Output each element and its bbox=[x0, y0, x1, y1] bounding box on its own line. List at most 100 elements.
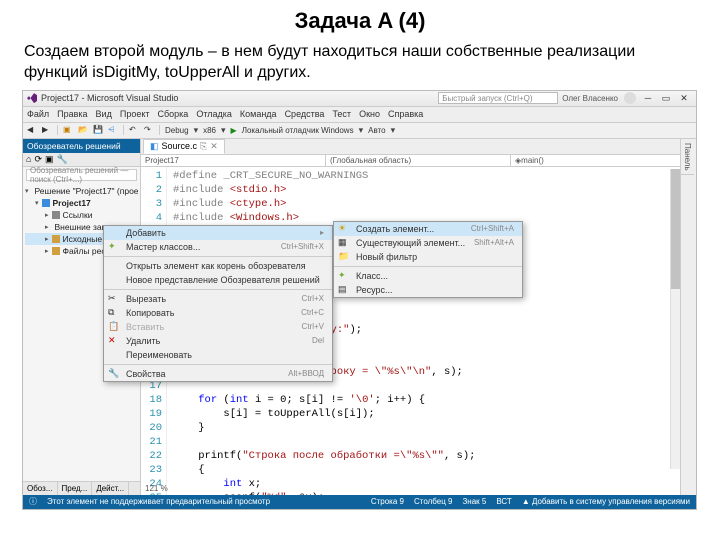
menu-paste[interactable]: 📋 ВставитьCtrl+V bbox=[104, 320, 332, 334]
redo-icon[interactable]: ↷ bbox=[144, 125, 154, 135]
solution-search-input[interactable]: Обозреватель решений — поиск (Ctrl+...) bbox=[26, 169, 137, 181]
status-info-icon: ⓘ bbox=[29, 496, 37, 507]
signed-in-user[interactable]: Олег Власенко bbox=[562, 94, 618, 103]
refresh-icon[interactable]: ⟳ bbox=[34, 154, 42, 165]
class-icon: ✦ bbox=[338, 270, 346, 281]
maximize-button[interactable]: ▭ bbox=[658, 92, 674, 104]
zoom-level[interactable]: 121 % bbox=[145, 484, 168, 493]
visual-studio-window: Project17 - Microsoft Visual Studio Быст… bbox=[22, 90, 697, 510]
solution-node[interactable]: Решение "Project17" (проектов: 1) bbox=[35, 186, 138, 196]
resource-icon: ▤ bbox=[338, 284, 347, 295]
vtab-toolbox[interactable]: Панель bbox=[681, 139, 694, 176]
minimize-button[interactable]: ─ bbox=[640, 92, 656, 104]
menu-help[interactable]: Справка bbox=[388, 109, 423, 119]
menu-copy[interactable]: ⧉ КопироватьCtrl+C bbox=[104, 306, 332, 320]
paste-icon: 📋 bbox=[108, 321, 119, 332]
folder-icon: 📁 bbox=[338, 251, 349, 262]
copy-icon: ⧉ bbox=[108, 307, 114, 318]
menu-class-wizard[interactable]: ✦ Мастер классов...Ctrl+Shift+X bbox=[104, 240, 332, 254]
undo-icon[interactable]: ↶ bbox=[129, 125, 139, 135]
tab-source-c[interactable]: ◧ Source.c ⎘ ✕ bbox=[143, 139, 225, 154]
submenu-resource[interactable]: ▤ Ресурс... bbox=[334, 283, 522, 297]
open-icon[interactable]: 📂 bbox=[78, 125, 88, 135]
tab-close-icon[interactable]: ✕ bbox=[210, 141, 218, 152]
tab-classes[interactable]: Пред... bbox=[58, 482, 93, 495]
menu-cut[interactable]: ✂ ВырезатьCtrl+X bbox=[104, 292, 332, 306]
document-tabs[interactable]: ◧ Source.c ⎘ ✕ bbox=[141, 139, 696, 155]
ide-titlebar[interactable]: Project17 - Microsoft Visual Studio Быст… bbox=[23, 91, 696, 107]
nav-back-icon[interactable]: ◀ bbox=[27, 125, 37, 135]
tab-source-c-label: Source.c bbox=[162, 141, 198, 151]
submenu-new-item[interactable]: ☀ Создать элемент...Ctrl+Shift+A bbox=[334, 222, 522, 236]
scrollbar-thumb[interactable] bbox=[671, 169, 680, 289]
auto-label[interactable]: Авто bbox=[368, 126, 385, 135]
add-submenu[interactable]: ☀ Создать элемент...Ctrl+Shift+A ▦ Сущес… bbox=[333, 221, 523, 298]
status-line: Строка 9 bbox=[371, 497, 404, 506]
status-message: Этот элемент не поддерживает предварител… bbox=[47, 497, 270, 506]
submenu-new-filter[interactable]: 📁 Новый фильтр bbox=[334, 250, 522, 264]
submenu-existing-item[interactable]: ▦ Существующий элемент...Shift+Alt+A bbox=[334, 236, 522, 250]
status-ins: ВСТ bbox=[496, 497, 511, 506]
menu-add[interactable]: Добавить▸ bbox=[104, 226, 332, 240]
sources-node[interactable]: Исходные bbox=[63, 234, 103, 244]
menu-window[interactable]: Окно bbox=[359, 109, 380, 119]
menu-file[interactable]: Файл bbox=[27, 109, 49, 119]
right-side-panels[interactable]: Панель bbox=[680, 139, 696, 495]
refs-node[interactable]: Ссылки bbox=[63, 210, 93, 220]
pin-icon[interactable]: ⎘ bbox=[200, 141, 207, 152]
menu-tools[interactable]: Средства bbox=[285, 109, 325, 119]
cfile-icon: ◧ bbox=[150, 141, 159, 152]
crumb-project[interactable]: Project17 bbox=[141, 155, 326, 166]
home-icon[interactable]: ⌂ bbox=[26, 154, 31, 164]
close-button[interactable]: ✕ bbox=[676, 92, 692, 104]
cut-icon: ✂ bbox=[108, 293, 116, 304]
nav-fwd-icon[interactable]: ▶ bbox=[42, 125, 52, 135]
project-node[interactable]: Project17 bbox=[53, 198, 91, 208]
config-selector[interactable]: Debug bbox=[165, 126, 189, 135]
editor-scrollbar[interactable] bbox=[670, 169, 680, 469]
menu-debug[interactable]: Отладка bbox=[196, 109, 232, 119]
status-add-vcs[interactable]: ▲ Добавить в систему управления версиями bbox=[522, 497, 690, 506]
menu-test[interactable]: Тест bbox=[332, 109, 351, 119]
crumb-scope[interactable]: (Глобальная область) bbox=[326, 155, 511, 166]
tab-explorer[interactable]: Обоз... bbox=[23, 482, 58, 495]
menu-scope[interactable]: Открыть элемент как корень обозревателя bbox=[104, 259, 332, 273]
solution-context-menu[interactable]: Добавить▸ ✦ Мастер классов...Ctrl+Shift+… bbox=[103, 225, 333, 382]
tab-team[interactable]: Дейст... bbox=[92, 482, 129, 495]
collapse-icon[interactable]: ▣ bbox=[45, 154, 54, 165]
menu-new-view[interactable]: Новое представление Обозревателя решений bbox=[104, 273, 332, 287]
solution-explorer-header: Обозреватель решений bbox=[23, 139, 140, 153]
new-item-icon: ☀ bbox=[338, 223, 346, 234]
slide-title: Задача A (4) bbox=[0, 8, 720, 34]
run-label[interactable]: Локальный отладчик Windows bbox=[242, 126, 354, 135]
solution-explorer-toolbar[interactable]: ⌂ ⟳ ▣ 🔧 bbox=[23, 153, 140, 167]
slide-body-text: Создаем второй модуль – в нем будут нахо… bbox=[24, 42, 696, 84]
save-icon[interactable]: 💾 bbox=[93, 125, 103, 135]
new-project-icon[interactable]: ▣ bbox=[63, 125, 73, 135]
window-title: Project17 - Microsoft Visual Studio bbox=[41, 93, 178, 103]
menu-project[interactable]: Проект bbox=[120, 109, 150, 119]
wizard-icon: ✦ bbox=[108, 241, 116, 252]
submenu-class[interactable]: ✦ Класс... bbox=[334, 269, 522, 283]
menu-edit[interactable]: Правка bbox=[57, 109, 87, 119]
run-button-icon[interactable]: ▶ bbox=[231, 126, 237, 135]
menu-delete[interactable]: ✕ УдалитьDel bbox=[104, 334, 332, 348]
save-all-icon[interactable]: ⩤ bbox=[108, 125, 118, 135]
wrench-icon[interactable]: 🔧 bbox=[57, 154, 68, 165]
menu-rename[interactable]: Переименовать bbox=[104, 348, 332, 362]
wrench-icon-menu: 🔧 bbox=[108, 368, 119, 379]
user-avatar-icon[interactable] bbox=[624, 92, 636, 104]
status-col: Столбец 9 bbox=[414, 497, 453, 506]
quick-launch-input[interactable]: Быстрый запуск (Ctrl+Q) bbox=[438, 92, 558, 104]
menu-view[interactable]: Вид bbox=[96, 109, 112, 119]
sidebar-bottom-tabs[interactable]: Обоз... Пред... Дейст... bbox=[23, 481, 140, 495]
delete-icon: ✕ bbox=[108, 335, 116, 346]
platform-selector[interactable]: x86 bbox=[203, 126, 216, 135]
menu-build[interactable]: Сборка bbox=[158, 109, 189, 119]
menu-properties[interactable]: 🔧 СвойстваAlt+ВВОД bbox=[104, 367, 332, 381]
menu-bar: Файл Правка Вид Проект Сборка Отладка Ко… bbox=[23, 107, 696, 123]
menu-team[interactable]: Команда bbox=[240, 109, 277, 119]
navigation-bar[interactable]: Project17 (Глобальная область) ◈ main() bbox=[141, 155, 696, 167]
vs-logo-icon bbox=[27, 93, 37, 103]
crumb-function[interactable]: ◈ main() bbox=[511, 155, 696, 166]
